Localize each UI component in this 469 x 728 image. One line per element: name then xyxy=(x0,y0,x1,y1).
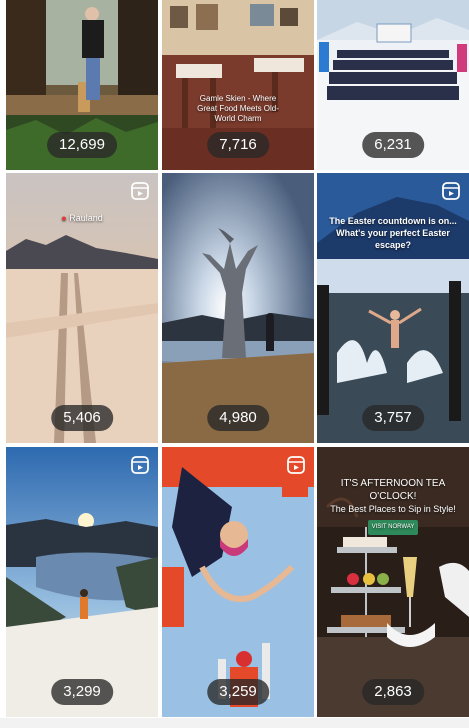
location-tag: ● Rauland xyxy=(61,213,103,223)
view-count: 5,406 xyxy=(51,405,113,431)
location-pin-icon: ● xyxy=(61,213,67,223)
reels-icon xyxy=(287,456,305,474)
reel-tile-6[interactable]: The Easter countdown is on... What's you… xyxy=(317,173,469,443)
reel-tile-5[interactable]: 4,980 xyxy=(162,173,314,443)
reels-icon xyxy=(131,182,149,200)
view-count: 12,699 xyxy=(47,132,117,158)
reels-icon xyxy=(131,456,149,474)
bottom-spacer xyxy=(0,718,469,728)
reel-caption: The Easter countdown is on... What's you… xyxy=(329,216,457,250)
reel-caption: Gamle Skien - Where Great Food Meets Old… xyxy=(197,94,279,123)
reel-tile-8[interactable]: 3,259 xyxy=(162,447,314,717)
view-count: 6,231 xyxy=(362,132,424,158)
reel-tile-3[interactable]: 6,231 xyxy=(317,0,469,170)
reel-thumbnail xyxy=(6,447,158,717)
reels-icon xyxy=(442,182,460,200)
reel-thumbnail xyxy=(162,173,314,443)
reel-thumbnail xyxy=(162,447,314,717)
reels-grid: 12,699 Gamle Skien - Where Great Food Me… xyxy=(0,0,469,728)
reel-tile-1[interactable]: 12,699 xyxy=(6,0,158,170)
view-count: 3,757 xyxy=(362,405,424,431)
reel-tile-4[interactable]: ● Rauland 5,406 xyxy=(6,173,158,443)
reel-thumbnail xyxy=(317,173,469,443)
view-count: 3,299 xyxy=(51,679,113,705)
reel-caption: IT'S AFTERNOON TEA O'CLOCK! The Best Pla… xyxy=(317,477,469,535)
reel-tile-2[interactable]: Gamle Skien - Where Great Food Meets Old… xyxy=(162,0,314,170)
view-count: 3,259 xyxy=(207,679,269,705)
view-count: 2,863 xyxy=(362,679,424,705)
reel-tile-7[interactable]: 3,299 xyxy=(6,447,158,717)
brand-tag: VISIT NORWAY xyxy=(367,520,419,535)
reel-tile-9[interactable]: IT'S AFTERNOON TEA O'CLOCK! The Best Pla… xyxy=(317,447,469,717)
view-count: 7,716 xyxy=(207,132,269,158)
view-count: 4,980 xyxy=(207,405,269,431)
